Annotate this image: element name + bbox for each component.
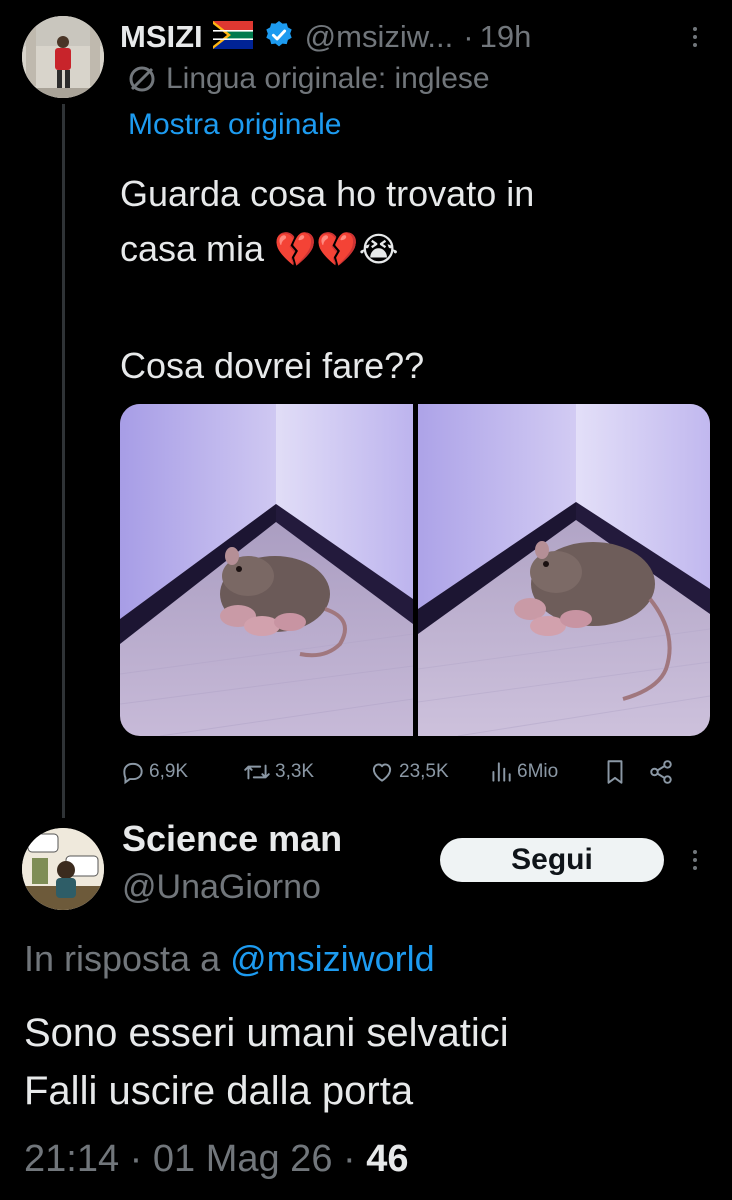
emoji-sequence: 💔💔😭: [274, 231, 399, 269]
tweet-time[interactable]: 19h: [480, 19, 532, 55]
tweet-text-line: Cosa dovrei fare??: [120, 345, 425, 386]
bookmark-action[interactable]: [602, 758, 648, 786]
tweet-text-line: casa mia 💔💔😭: [120, 221, 710, 276]
reply-author-name[interactable]: Science man: [122, 818, 342, 860]
share-icon: [650, 760, 672, 784]
views-count: 6Mio: [517, 761, 559, 782]
tweet-media: [120, 404, 710, 736]
translation-note-text: Lingua originale: inglese: [166, 62, 490, 95]
in-reply-prefix: In risposta a: [24, 938, 221, 979]
follow-button[interactable]: Segui: [440, 838, 664, 882]
heart-icon: [372, 763, 392, 782]
in-reply-to: In risposta a @msiziworld: [24, 938, 435, 980]
tweet-actions: 6,9K 3,3K 23,5K 6Mio: [120, 752, 710, 792]
repost-action[interactable]: 3,3K: [242, 759, 368, 785]
reply-text-line: Sono esseri umani selvatici: [24, 1011, 509, 1055]
thread-line: [62, 104, 65, 818]
author-avatar[interactable]: [22, 16, 104, 98]
separator-dot: ·: [463, 19, 474, 54]
tweet-photo-1[interactable]: [120, 404, 413, 736]
share-action[interactable]: [648, 759, 678, 785]
reply-count: 6,9K: [149, 761, 189, 782]
separator-dot: ·: [343, 1138, 356, 1180]
reply-text: Sono esseri umani selvatici Falli uscire…: [24, 1004, 509, 1120]
reply-author-avatar[interactable]: [22, 828, 104, 910]
tweet-header: MSIZI @msiziw... · 19h: [120, 14, 531, 60]
author-handle[interactable]: @msiziw...: [305, 19, 454, 55]
reply-text-line: Falli uscire dalla porta: [24, 1069, 414, 1113]
reply-action[interactable]: 6,9K: [120, 759, 242, 785]
reply-meta: 21:14 · 01 Mag 26 · 46: [24, 1138, 409, 1181]
reply-time[interactable]: 21:14: [24, 1138, 119, 1180]
tweet-text-line: Guarda cosa ho trovato in: [120, 173, 535, 214]
bookmark-icon: [607, 760, 623, 784]
views-chart-icon: [492, 762, 511, 782]
repost-icon: [244, 764, 270, 780]
reply-views-count: 46: [366, 1138, 409, 1180]
reply-icon: [123, 762, 143, 785]
reply-more-options-icon[interactable]: [693, 850, 697, 870]
repost-count: 3,3K: [275, 761, 315, 782]
separator-dot: ·: [129, 1138, 143, 1180]
south-africa-flag-icon: [212, 20, 253, 54]
tweet-photo-2[interactable]: [417, 404, 711, 736]
verified-badge-icon: [263, 19, 295, 56]
show-original-link[interactable]: Mostra originale: [128, 108, 341, 142]
author-name[interactable]: MSIZI: [120, 19, 203, 55]
translation-note: Lingua originale: inglese: [128, 58, 490, 100]
like-count: 23,5K: [399, 761, 449, 782]
reply-author-handle[interactable]: @UnaGiorno: [122, 868, 321, 907]
views-action[interactable]: 6Mio: [488, 759, 602, 785]
more-options-icon[interactable]: [693, 27, 697, 47]
tweet-text-fragment: casa mia: [120, 228, 265, 269]
in-reply-mention-link[interactable]: @msiziworld: [230, 938, 435, 979]
reply-date[interactable]: 01 Mag 26: [153, 1138, 333, 1180]
no-translation-icon: [129, 66, 155, 92]
tweet-text: Guarda cosa ho trovato in casa mia 💔💔😭 C…: [120, 166, 710, 393]
like-action[interactable]: 23,5K: [368, 759, 488, 785]
